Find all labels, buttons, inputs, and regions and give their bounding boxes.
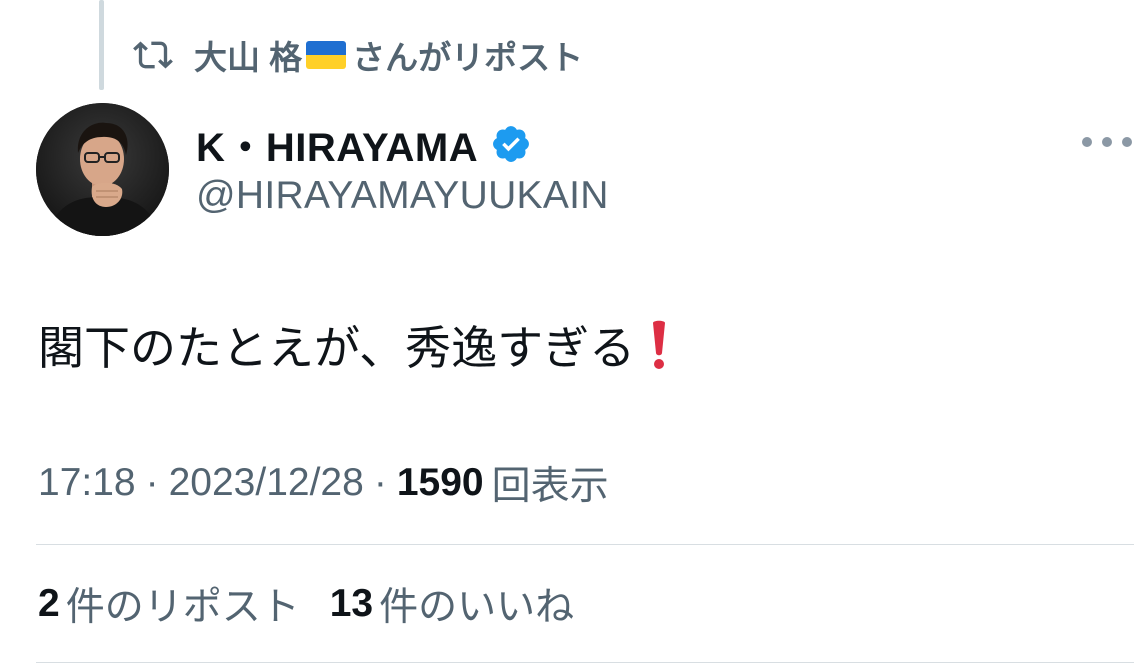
post-time[interactable]: 17:18 (38, 461, 136, 505)
post-date[interactable]: 2023/12/28 (169, 461, 364, 505)
author-name-row[interactable]: K・HIRAYAMA (196, 118, 532, 170)
reposts-stat[interactable]: 2 件のリポスト (38, 576, 300, 632)
reposts-count: 2 (38, 582, 60, 625)
views-count[interactable]: 1590 (397, 461, 484, 505)
verified-badge-icon (493, 126, 530, 162)
likes-label: 件のいいね (379, 586, 575, 629)
views-label[interactable]: 回表示 (492, 455, 609, 511)
meta-separator: · (373, 461, 387, 504)
likes-stat[interactable]: 13 件のいいね (330, 576, 574, 632)
avatar-photo (36, 103, 169, 236)
author-handle[interactable]: @HIRAYAMAYUUKAIN (196, 174, 609, 218)
post-meta: 17:18 · 2023/12/28 · 1590 回表示 (38, 458, 609, 508)
reposter-name[interactable]: 大山 格 (194, 31, 302, 79)
repost-context-suffix: さんがリポスト (352, 39, 584, 76)
engagement-stats: 2 件のリポスト 13 件のいいね (38, 578, 574, 630)
post-text: 閣下のたとえが、秀逸すぎる (38, 312, 669, 378)
divider (36, 662, 1134, 663)
likes-count: 13 (329, 582, 374, 625)
author-display-name[interactable]: K・HIRAYAMA (196, 115, 478, 173)
repost-icon (133, 41, 173, 69)
reposts-label: 件のリポスト (65, 586, 300, 629)
repost-context[interactable]: 大山 格 さんがリポスト (130, 32, 583, 78)
post-text-content: 閣下のたとえが、秀逸すぎる (38, 322, 636, 374)
thread-connector-line (99, 0, 104, 90)
more-options-icon[interactable] (1082, 128, 1132, 156)
ukraine-flag-icon (306, 41, 347, 69)
divider (36, 544, 1134, 545)
avatar[interactable] (36, 103, 169, 236)
meta-separator: · (145, 461, 159, 504)
red-exclamation-icon (653, 320, 666, 369)
